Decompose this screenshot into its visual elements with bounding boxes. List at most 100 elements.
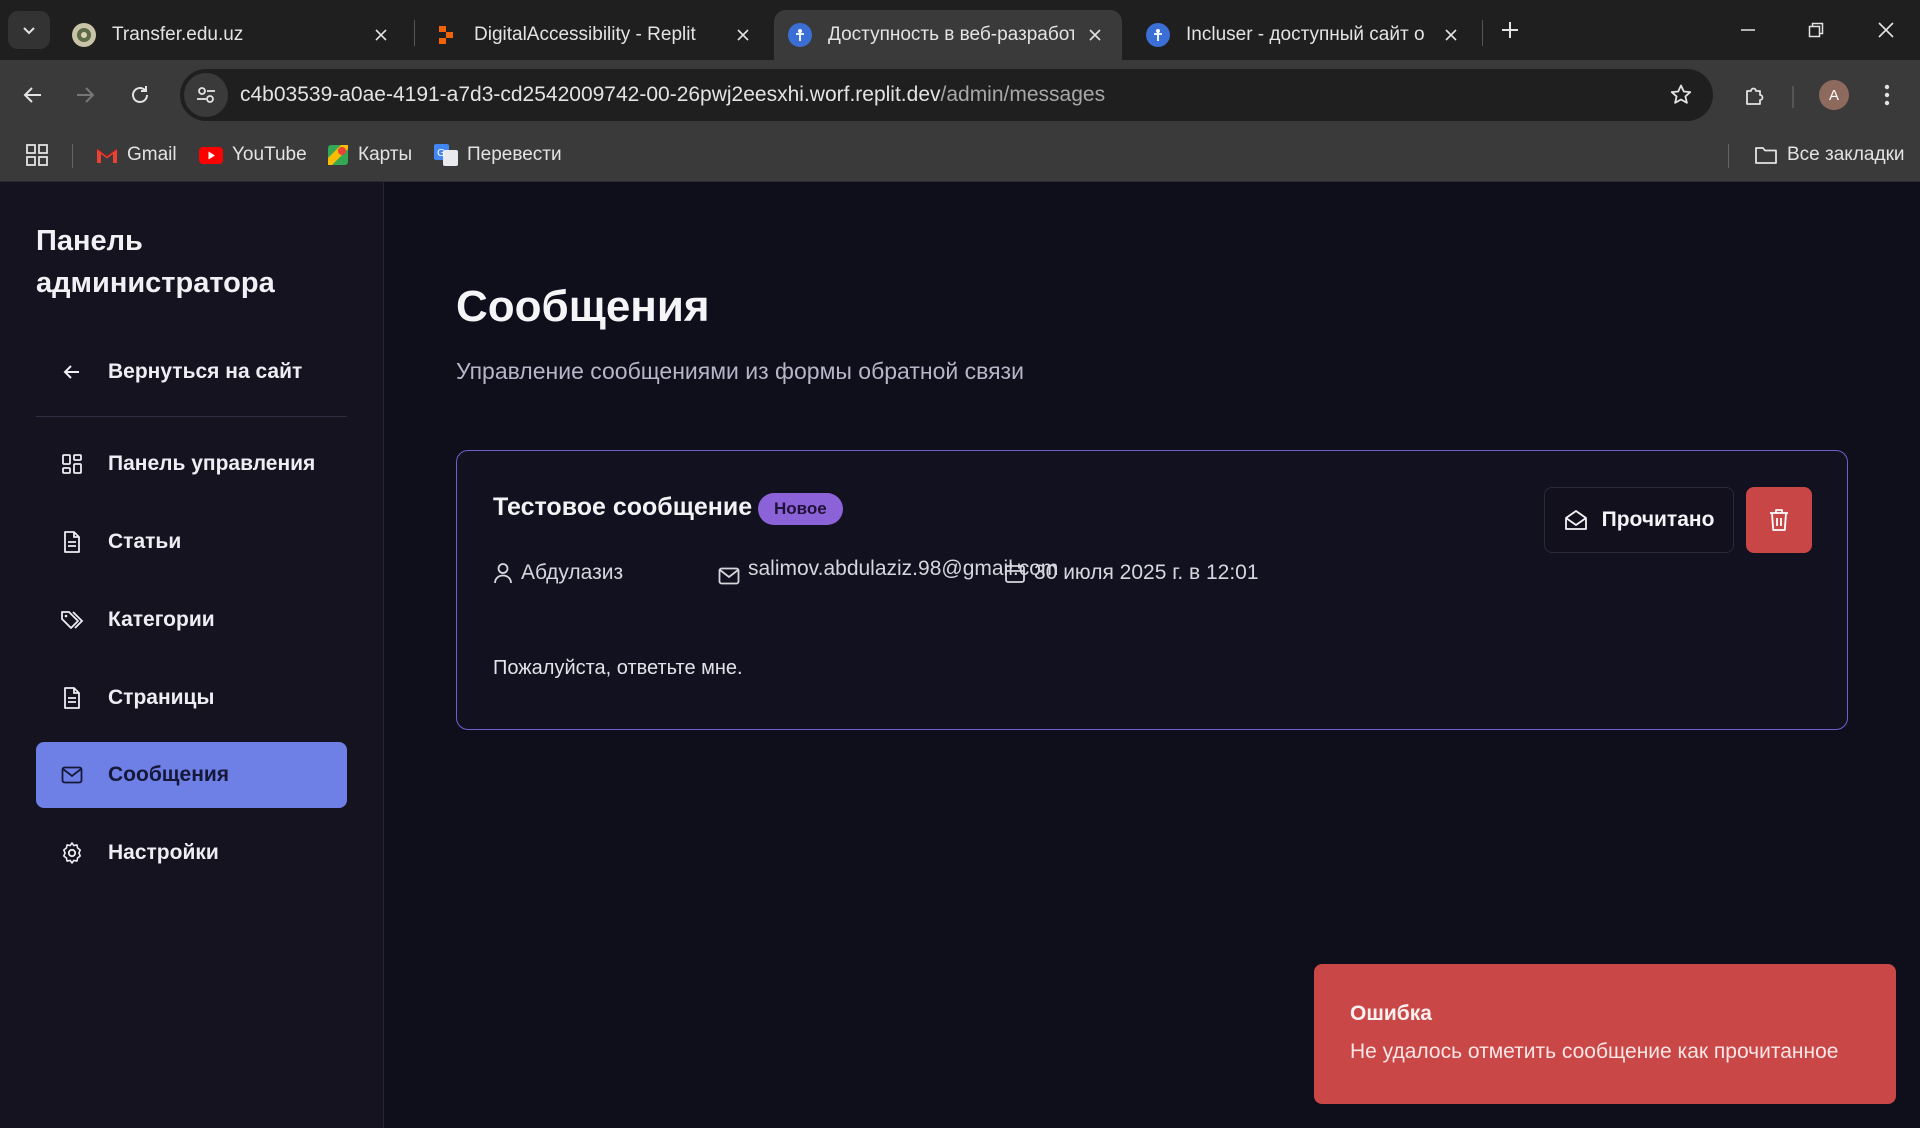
url-text: c4b03539-a0ae-4191-a7d3-cd2542009742-00-… bbox=[240, 83, 1105, 107]
url-host: c4b03539-a0ae-4191-a7d3-cd2542009742-00-… bbox=[240, 83, 941, 106]
date-text: 30 июля 2025 г. в 12:01 bbox=[1034, 561, 1259, 584]
bookmark-youtube[interactable]: YouTube bbox=[199, 138, 307, 172]
message-card: Тестовое сообщение Новое Абдулазиз salim… bbox=[456, 450, 1848, 730]
sidebar-item-dashboard[interactable]: Панель управления bbox=[36, 431, 347, 497]
tab-title: Incluser - доступный сайт о доступности bbox=[1186, 24, 1430, 45]
tab-accessibility[interactable]: Доступность в веб-разработке bbox=[774, 10, 1122, 60]
chevron-down-icon bbox=[23, 27, 35, 35]
url-path: /admin/messages bbox=[940, 83, 1106, 106]
bookmark-translate[interactable]: G Перевести bbox=[434, 138, 562, 172]
bookmark-star-button[interactable] bbox=[1665, 79, 1697, 111]
toast-title: Ошибка bbox=[1350, 1002, 1432, 1025]
bookmarks-separator bbox=[1728, 144, 1729, 168]
browser-toolbar: c4b03539-a0ae-4191-a7d3-cd2542009742-00-… bbox=[0, 60, 1920, 130]
toolbar-separator bbox=[1792, 86, 1794, 108]
more-vertical-icon bbox=[1884, 84, 1890, 106]
tab-incluser[interactable]: Incluser - доступный сайт о доступности bbox=[1132, 10, 1478, 60]
bookmark-label: YouTube bbox=[232, 144, 307, 165]
sidebar-item-categories[interactable]: Категории bbox=[36, 587, 347, 653]
bookmark-gmail[interactable]: Gmail bbox=[96, 138, 177, 172]
bookmarks-separator bbox=[72, 144, 73, 168]
message-subject: Тестовое сообщение bbox=[493, 493, 753, 521]
tune-icon bbox=[197, 87, 215, 103]
sidebar-item-settings[interactable]: Настройки bbox=[36, 820, 347, 886]
bookmarks-bar: Gmail YouTube Карты G Перевести Все закл… bbox=[0, 130, 1920, 182]
arrow-left-icon bbox=[60, 360, 84, 384]
sidebar-title: Панель администратора bbox=[36, 225, 275, 299]
close-icon[interactable] bbox=[1082, 22, 1108, 48]
new-tab-button[interactable] bbox=[1494, 14, 1526, 46]
mail-open-icon bbox=[1564, 509, 1588, 531]
browser-tab-strip: Transfer.edu.uz DigitalAccessibility - R… bbox=[0, 0, 1920, 60]
profile-avatar[interactable]: A bbox=[1819, 80, 1849, 110]
mail-icon bbox=[718, 567, 740, 585]
mark-read-label: Прочитано bbox=[1601, 508, 1715, 531]
close-icon[interactable] bbox=[1438, 22, 1464, 48]
sidebar-item-label: Настройки bbox=[108, 841, 219, 864]
sidebar-item-label: Статьи bbox=[108, 530, 182, 553]
all-bookmarks-button[interactable]: Все закладки bbox=[1754, 138, 1905, 172]
sidebar-item-label: Категории bbox=[108, 608, 215, 631]
sidebar-item-pages[interactable]: Страницы bbox=[36, 665, 347, 731]
status-badge: Новое bbox=[758, 493, 843, 525]
apps-button[interactable] bbox=[26, 138, 48, 172]
page-subtitle: Управление сообщениями из формы обратной… bbox=[456, 358, 1024, 384]
admin-sidebar: Панель администратора Вернуться на сайт … bbox=[0, 182, 384, 1128]
star-icon bbox=[1670, 84, 1692, 104]
close-icon[interactable] bbox=[368, 22, 394, 48]
replit-icon bbox=[434, 23, 458, 47]
sidebar-divider bbox=[36, 416, 347, 417]
sidebar-item-label: Панель управления bbox=[108, 452, 316, 475]
back-to-site-label: Вернуться на сайт bbox=[108, 360, 303, 383]
folder-icon bbox=[1754, 145, 1778, 165]
tab-transfer[interactable]: Transfer.edu.uz bbox=[58, 10, 408, 60]
toast-description: Не удалось отметить сообщение как прочит… bbox=[1350, 1040, 1839, 1063]
tab-search-button[interactable] bbox=[8, 11, 50, 49]
delete-button[interactable] bbox=[1746, 487, 1812, 553]
dashboard-icon bbox=[60, 452, 84, 476]
mark-read-button[interactable]: Прочитано bbox=[1544, 487, 1734, 553]
svg-text:G: G bbox=[437, 148, 445, 159]
puzzle-icon bbox=[1746, 87, 1764, 105]
tab-title: Доступность в веб-разработке bbox=[828, 24, 1074, 45]
calendar-icon bbox=[1004, 562, 1026, 584]
file-text-icon bbox=[60, 530, 84, 554]
message-body: Пожалуйста, ответьте мне. bbox=[493, 657, 743, 679]
accessibility-favicon-icon bbox=[788, 23, 812, 47]
forward-button[interactable] bbox=[66, 76, 104, 114]
tab-title: DigitalAccessibility - Replit bbox=[474, 24, 696, 45]
site-info-button[interactable] bbox=[184, 73, 228, 117]
file-text-icon bbox=[60, 686, 84, 710]
author-name: Абдулазиз bbox=[521, 561, 624, 584]
reload-button[interactable] bbox=[121, 76, 159, 114]
tags-icon bbox=[60, 608, 84, 632]
tab-separator bbox=[1482, 20, 1483, 46]
extensions-button[interactable] bbox=[1736, 76, 1774, 114]
youtube-icon bbox=[199, 146, 223, 164]
message-author: Абдулазиз bbox=[493, 561, 623, 585]
back-button[interactable] bbox=[14, 76, 52, 114]
incluser-favicon-icon bbox=[1146, 23, 1170, 47]
back-to-site-link[interactable]: Вернуться на сайт bbox=[36, 339, 347, 405]
tab-title: Transfer.edu.uz bbox=[112, 24, 244, 45]
bookmark-label: Gmail bbox=[127, 144, 177, 165]
browser-menu-button[interactable] bbox=[1870, 76, 1904, 114]
close-window-button[interactable] bbox=[1868, 12, 1904, 48]
gmail-icon bbox=[96, 147, 118, 164]
restore-button[interactable] bbox=[1798, 12, 1834, 48]
bookmark-maps[interactable]: Карты bbox=[327, 138, 412, 172]
sidebar-item-articles[interactable]: Статьи bbox=[36, 509, 347, 575]
minimize-icon bbox=[1741, 29, 1755, 31]
close-icon[interactable] bbox=[730, 22, 756, 48]
address-bar[interactable]: c4b03539-a0ae-4191-a7d3-cd2542009742-00-… bbox=[180, 69, 1713, 121]
minimize-button[interactable] bbox=[1730, 12, 1766, 48]
mail-icon bbox=[60, 763, 84, 787]
bookmark-label: Перевести bbox=[467, 144, 562, 165]
bookmark-label: Карты bbox=[358, 144, 413, 165]
tab-replit[interactable]: DigitalAccessibility - Replit bbox=[420, 10, 770, 60]
message-date: 30 июля 2025 г. в 12:01 bbox=[1004, 561, 1259, 585]
trash-icon bbox=[1770, 509, 1788, 531]
sidebar-item-messages[interactable]: Сообщения bbox=[36, 742, 347, 808]
close-icon bbox=[1878, 22, 1894, 38]
arrow-left-icon bbox=[23, 87, 41, 103]
